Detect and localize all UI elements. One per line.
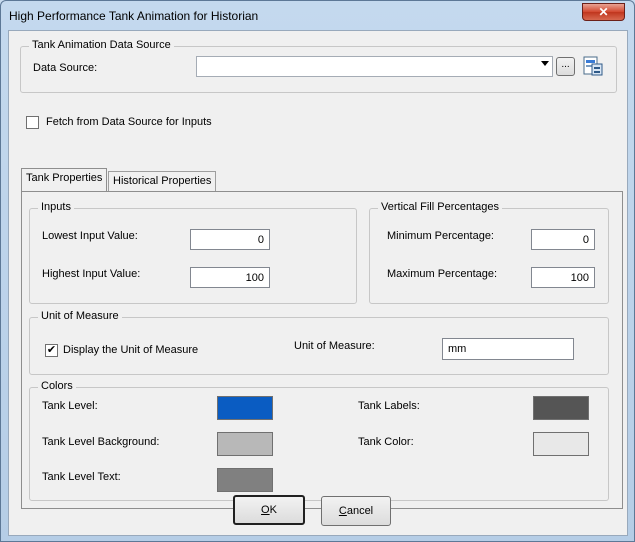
cancel-button-mnemonic: C — [338, 505, 347, 517]
tag-browser-icon[interactable] — [583, 56, 603, 76]
fetch-checkbox-label[interactable]: Fetch from Data Source for Inputs — [46, 116, 212, 128]
tab-historical-properties-label: Historical Properties — [113, 175, 212, 187]
vertical-fill-group-label: Vertical Fill Percentages — [378, 201, 502, 213]
vertical-fill-group: Vertical Fill Percentages Minimum Percen… — [369, 201, 609, 304]
tab-tank-properties[interactable]: Tank Properties — [21, 168, 108, 191]
fetch-checkbox[interactable] — [26, 116, 39, 129]
highest-input-field[interactable] — [190, 267, 270, 288]
tank-properties-panel: Inputs Lowest Input Value: Highest Input… — [21, 191, 623, 509]
display-unit-label[interactable]: Display the Unit of Measure — [63, 344, 198, 356]
tank-labels-label: Tank Labels: — [358, 400, 420, 412]
tank-level-background-label: Tank Level Background: — [42, 436, 160, 448]
inputs-group-label: Inputs — [38, 201, 74, 213]
tab-historical-properties[interactable]: Historical Properties — [108, 171, 217, 191]
tank-color-label: Tank Color: — [358, 436, 414, 448]
close-button[interactable]: ✕ — [582, 3, 625, 21]
data-source-combo[interactable] — [196, 56, 553, 77]
colors-group-label: Colors — [38, 380, 76, 392]
cancel-button[interactable]: Cancel — [321, 496, 391, 526]
highest-input-label: Highest Input Value: — [42, 268, 141, 280]
tank-color-color-button[interactable] — [533, 432, 589, 456]
title-bar[interactable]: High Performance Tank Animation for Hist… — [1, 1, 634, 31]
tank-level-text-label: Tank Level Text: — [42, 471, 121, 483]
window-title: High Performance Tank Animation for Hist… — [9, 9, 259, 23]
tank-level-text-color-button[interactable] — [217, 468, 273, 492]
browse-button-label: ... — [561, 59, 570, 70]
chevron-down-icon[interactable] — [541, 61, 549, 66]
ok-button-label: K — [269, 504, 277, 516]
tab-tank-properties-label: Tank Properties — [26, 172, 103, 184]
min-percentage-field[interactable] — [531, 229, 595, 250]
unit-of-measure-label: Unit of Measure: — [294, 340, 375, 352]
data-source-group-label: Tank Animation Data Source — [29, 39, 174, 51]
data-source-group: Tank Animation Data Source Data Source: … — [20, 39, 617, 93]
checkmark-icon: ✔ — [46, 344, 57, 356]
min-percentage-label: Minimum Percentage: — [387, 230, 494, 242]
max-percentage-field[interactable] — [531, 267, 595, 288]
tank-level-label: Tank Level: — [42, 400, 98, 412]
dialog-window: High Performance Tank Animation for Hist… — [0, 0, 635, 542]
cancel-button-label: ancel — [346, 505, 374, 517]
lowest-input-label: Lowest Input Value: — [42, 230, 138, 242]
max-percentage-label: Maximum Percentage: — [387, 268, 498, 280]
ok-button-mnemonic: O — [261, 504, 270, 516]
ok-button[interactable]: OK — [233, 495, 305, 525]
tank-level-color-button[interactable] — [217, 396, 273, 420]
tank-labels-color-button[interactable] — [533, 396, 589, 420]
colors-group: Colors Tank Level: Tank Level Background… — [29, 380, 609, 501]
unit-of-measure-group: Unit of Measure ✔ Display the Unit of Me… — [29, 310, 609, 375]
unit-of-measure-field[interactable] — [442, 338, 574, 360]
inputs-group: Inputs Lowest Input Value: Highest Input… — [29, 201, 357, 304]
close-icon: ✕ — [598, 5, 609, 19]
browse-button[interactable]: ... — [556, 57, 575, 76]
lowest-input-field[interactable] — [190, 229, 270, 250]
dialog-client-area: Tank Animation Data Source Data Source: … — [8, 30, 628, 536]
data-source-label: Data Source: — [33, 62, 98, 74]
unit-of-measure-group-label: Unit of Measure — [38, 310, 122, 322]
tank-level-background-color-button[interactable] — [217, 432, 273, 456]
display-unit-checkbox[interactable]: ✔ — [45, 344, 58, 357]
